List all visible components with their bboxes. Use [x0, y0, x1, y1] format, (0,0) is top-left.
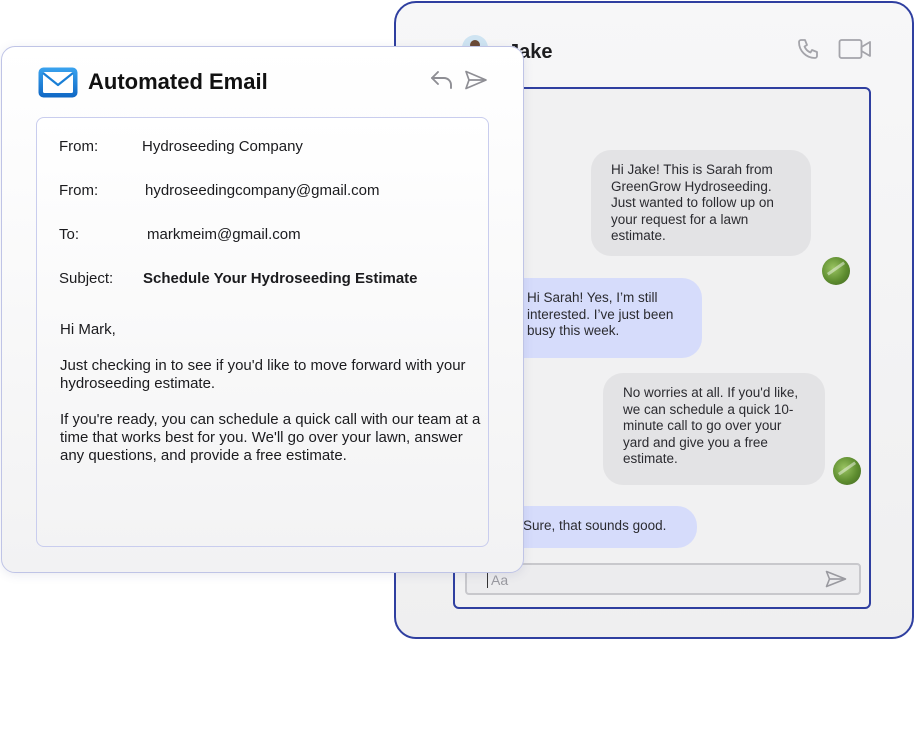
message-bubble-outgoing: Hi Sarah! Yes, I’m still interested. I’v… [507, 278, 702, 358]
message-bubble-incoming: Hi Jake! This is Sarah from GreenGrow Hy… [591, 150, 811, 256]
message-input-placeholder: Aa [491, 572, 509, 588]
email-body: From: Hydroseeding Company From: hydrose… [36, 117, 489, 547]
stage: Jake Hi Jake! This is Sarah from GreenGr… [0, 0, 918, 735]
video-camera-icon[interactable] [838, 37, 872, 66]
sender-avatar [822, 257, 850, 285]
email-paragraph: Just checking in to see if you'd like to… [60, 357, 466, 392]
sender-avatar [833, 457, 861, 485]
email-greeting: Hi Mark, [60, 321, 116, 338]
message-bubble-outgoing: Sure, that sounds good. [507, 506, 697, 548]
forward-icon[interactable] [464, 69, 488, 96]
email-paragraph: If you're ready, you can schedule a quic… [60, 411, 481, 464]
email-window: Automated Email From: Hydroseeding Compa… [1, 46, 524, 573]
from-label: From: [59, 138, 99, 155]
subject-label: Subject: [59, 270, 114, 287]
from-address-value[interactable]: hydroseedingcompany@gmail.com [145, 182, 380, 199]
subject-value: Schedule Your Hydroseeding Estimate [143, 270, 418, 287]
from-label: From: [59, 182, 99, 199]
to-label: To: [59, 226, 80, 243]
to-address-value[interactable]: markmeim@gmail.com [147, 226, 301, 243]
email-title: Automated Email [88, 69, 268, 94]
text-caret [487, 571, 488, 588]
phone-icon[interactable] [796, 37, 820, 66]
send-icon[interactable] [825, 570, 847, 593]
message-bubble-incoming: No worries at all. If you'd like, we can… [603, 373, 825, 485]
message-input[interactable]: Aa [465, 563, 861, 595]
mail-icon [38, 67, 78, 98]
from-name-value: Hydroseeding Company [142, 138, 303, 155]
reply-icon[interactable] [430, 69, 454, 96]
